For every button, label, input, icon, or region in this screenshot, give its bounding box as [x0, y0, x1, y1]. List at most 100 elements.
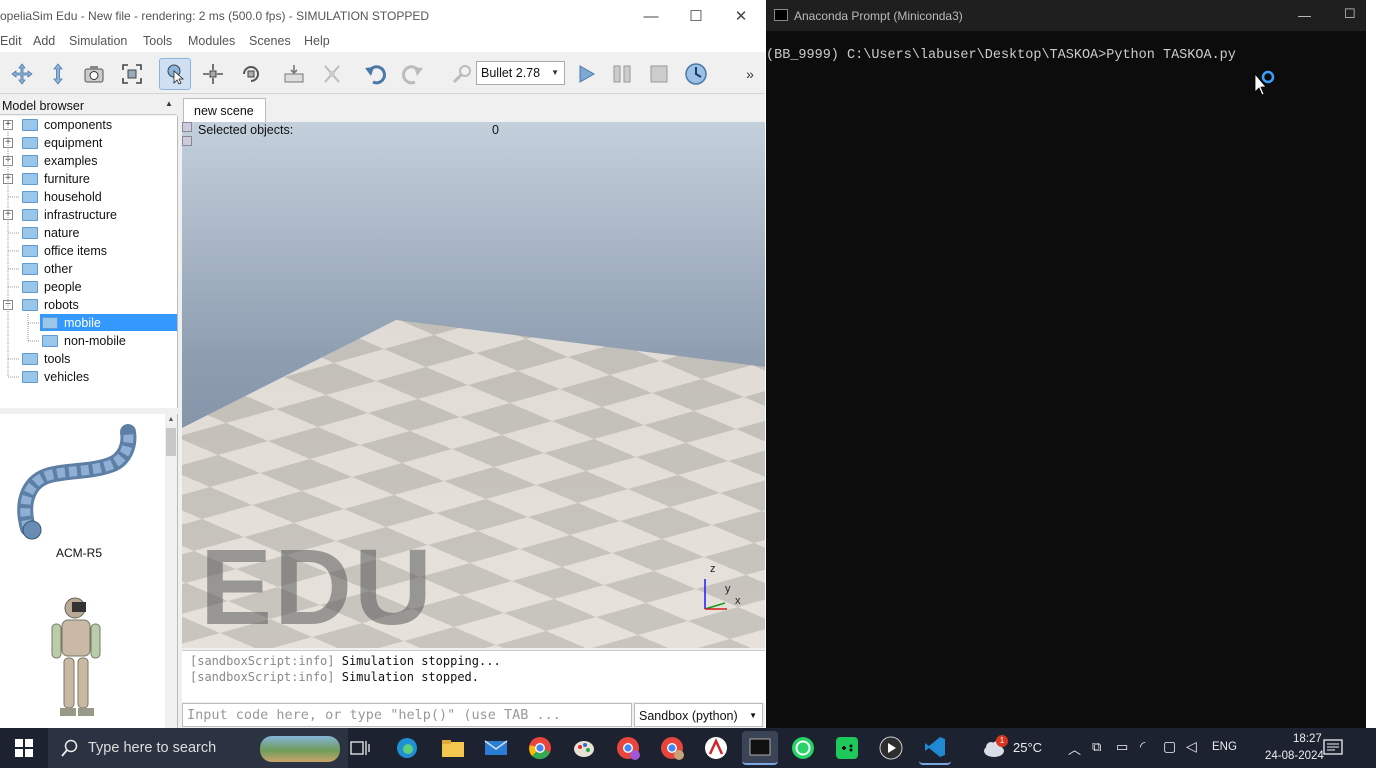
menu-add[interactable]: Add: [33, 34, 55, 48]
camera-shift-button[interactable]: [42, 58, 74, 90]
taskbar-chrome[interactable]: [526, 734, 554, 762]
mail-icon: [484, 740, 508, 755]
volume-icon[interactable]: ◁: [1186, 738, 1197, 755]
chrome-icon: [529, 737, 551, 760]
taskbar-anaconda-prompt[interactable]: [742, 731, 778, 765]
battery-icon[interactable]: ▭: [1116, 739, 1128, 755]
real-time-button[interactable]: [680, 58, 712, 90]
scroll-up-icon[interactable]: ▲: [166, 416, 176, 426]
tray-device-icon[interactable]: ⧉: [1092, 739, 1101, 755]
dna-icon: [324, 65, 340, 83]
taskbar-whatsapp[interactable]: [789, 734, 817, 762]
taskbar-file-explorer[interactable]: [439, 734, 467, 762]
undo-icon: [365, 65, 386, 85]
close-button[interactable]: ✕: [718, 0, 764, 32]
fit-to-view-button[interactable]: [116, 58, 148, 90]
model-browser-header[interactable]: Model browser ▲: [0, 97, 177, 115]
windows-icon: [15, 739, 33, 757]
assemble-button[interactable]: [278, 58, 310, 90]
minimize-button[interactable]: —: [1298, 8, 1311, 23]
console-tag: [sandboxScript:info]: [190, 654, 335, 668]
physics-engine-value: Bullet 2.78: [481, 66, 541, 80]
window-title: Anaconda Prompt (Miniconda3): [794, 9, 963, 23]
toolbar-overflow-button[interactable]: »: [740, 58, 760, 90]
edge-icon: [397, 738, 417, 758]
model-browser-title: Model browser: [2, 99, 84, 113]
paint-icon: [574, 741, 594, 757]
task-view-button[interactable]: [346, 734, 374, 762]
selected-objects-label: Selected objects:: [198, 123, 294, 137]
start-simulation-button[interactable]: [570, 58, 602, 90]
app-icon: [705, 737, 727, 759]
taskbar-chrome-profile[interactable]: [614, 734, 642, 762]
humanoid-robot-icon: [51, 597, 101, 716]
chevron-up-icon[interactable]: ▲: [165, 99, 173, 108]
redo-button[interactable]: [396, 58, 428, 90]
menu-modules[interactable]: Modules: [188, 34, 235, 48]
stop-simulation-button[interactable]: [643, 58, 675, 90]
maximize-button[interactable]: ☐: [673, 0, 719, 32]
chevron-down-icon: ▼: [749, 711, 757, 720]
scrollbar-thumb[interactable]: [166, 428, 176, 456]
weather-temperature: 25°C: [1013, 740, 1043, 755]
tab-new-scene[interactable]: new scene: [183, 98, 266, 122]
title-bar: opeliaSim Edu - New file - rendering: 2 …: [0, 0, 765, 32]
start-button[interactable]: [0, 728, 48, 768]
language-indicator[interactable]: ENG: [1212, 741, 1237, 753]
taskbar-app-red[interactable]: [702, 734, 730, 762]
edu-watermark: EDU: [200, 526, 435, 647]
wifi-icon[interactable]: ◜: [1140, 738, 1145, 755]
pause-simulation-button[interactable]: [606, 58, 638, 90]
folder-icon: [442, 740, 464, 757]
menu-tools[interactable]: Tools: [143, 34, 172, 48]
chevron-up-icon[interactable]: ︿: [1068, 739, 1081, 758]
taskbar-chrome-profile-2[interactable]: [658, 734, 686, 762]
clock-date[interactable]: 24-08-2024: [1265, 750, 1324, 762]
assemble-icon: [284, 65, 304, 83]
axis-label-z: z: [710, 563, 716, 575]
verify-button[interactable]: [446, 58, 478, 90]
menu-simulation[interactable]: Simulation: [69, 34, 127, 48]
script-language-select[interactable]: Sandbox (python) ▼: [634, 703, 763, 727]
model-thumbnail-humanoid[interactable]: [42, 594, 122, 724]
clock-icon: [685, 63, 707, 85]
model-browser-tree: + components + equipment + examples + fu…: [0, 116, 178, 408]
taskbar-edge[interactable]: [393, 734, 421, 762]
camera-rotate-button[interactable]: [78, 58, 110, 90]
menu-help[interactable]: Help: [304, 34, 330, 48]
gamepad-icon: [836, 737, 858, 759]
terminal-command-line[interactable]: (BB_9999) C:\Users\labuser\Desktop\TASKO…: [766, 48, 1236, 63]
code-input[interactable]: Input code here, or type "help()" (use T…: [182, 703, 632, 727]
thumbnails-scrollbar[interactable]: ▲: [165, 414, 177, 728]
search-icon: [61, 739, 78, 757]
expand-panel-icon[interactable]: [182, 136, 192, 146]
collapse-panel-icon[interactable]: [182, 122, 192, 132]
model-thumbnails: ACM-R5: [0, 414, 178, 728]
stop-icon: [650, 65, 668, 83]
menu-scenes[interactable]: Scenes: [249, 34, 291, 48]
model-thumbnail-acm-r5[interactable]: [10, 420, 150, 545]
taskbar-mail[interactable]: [482, 734, 510, 762]
desktop-edge: [1366, 0, 1376, 728]
camera-pan-button[interactable]: [6, 58, 38, 90]
object-rotate-button[interactable]: [235, 58, 267, 90]
minimize-button[interactable]: —: [628, 0, 674, 32]
physics-engine-select[interactable]: Bullet 2.78 ▼: [476, 61, 565, 85]
transfer-dna-button[interactable]: [316, 58, 348, 90]
notifications-icon[interactable]: [1323, 739, 1343, 757]
maximize-button[interactable]: ☐: [1344, 6, 1356, 22]
taskbar: Type here to search 1 25°C ︿ ⧉ ▭ ◜ ▢ ◁ E…: [0, 728, 1376, 768]
taskbar-vscode[interactable]: [919, 731, 951, 765]
display-icon[interactable]: ▢: [1163, 738, 1176, 755]
taskbar-search[interactable]: Type here to search: [48, 728, 348, 768]
terminal-icon: [774, 9, 788, 21]
taskbar-media-player[interactable]: [877, 734, 905, 762]
taskbar-paint[interactable]: [570, 734, 598, 762]
clock-time[interactable]: 18:27: [1293, 733, 1322, 745]
click-select-button[interactable]: [159, 58, 191, 90]
menu-edit[interactable]: Edit: [0, 34, 22, 48]
scene-viewport[interactable]: EDU z y x: [182, 122, 765, 648]
taskbar-game-app[interactable]: [833, 734, 861, 762]
object-shift-button[interactable]: [197, 58, 229, 90]
undo-button[interactable]: [360, 58, 392, 90]
